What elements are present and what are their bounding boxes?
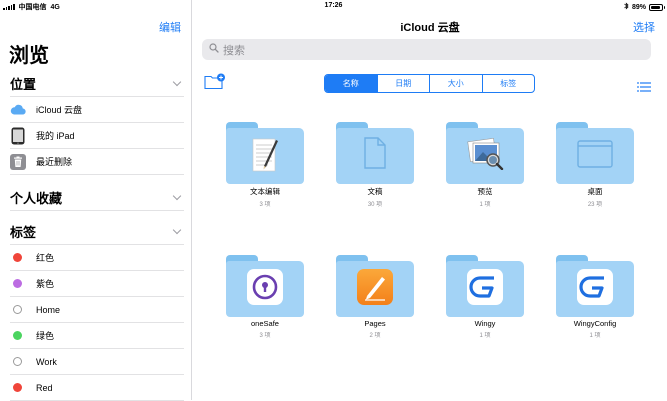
wingy-icon [467, 269, 503, 310]
sidebar-item-icloud[interactable]: iCloud 云盘 [10, 97, 184, 123]
sidebar-item-label: Red [36, 382, 53, 393]
section-locations-label: 位置 [10, 77, 37, 92]
onesafe-icon [247, 269, 283, 310]
new-folder-icon [204, 73, 225, 90]
sort-tab-date[interactable]: 日期 [376, 75, 430, 92]
sort-tab-name[interactable]: 名称 [325, 75, 377, 92]
folder-item[interactable]: Pages 2 项 [320, 255, 430, 339]
sidebar-item-tag[interactable]: Red [10, 375, 184, 401]
desktop-icon [577, 140, 613, 173]
folder-item[interactable]: oneSafe 3 项 [210, 255, 320, 339]
folder-count: 3 项 [259, 202, 271, 208]
folder-icon [336, 255, 414, 317]
search-placeholder: 搜索 [223, 44, 245, 57]
sidebar-item-trash[interactable]: 最近删除 [10, 149, 184, 175]
select-button[interactable]: 选择 [633, 19, 655, 35]
folder-name: Wingy [474, 319, 496, 328]
folder-icon [336, 122, 414, 184]
folder-name: 文稿 [367, 187, 383, 196]
section-tags[interactable]: 标签 [10, 219, 184, 245]
sidebar-item-label: 红色 [36, 253, 55, 263]
sidebar-item-label: Work [36, 356, 57, 367]
preview-icon [465, 136, 505, 175]
new-folder-button[interactable] [204, 73, 226, 95]
folder-item[interactable]: 文稿 30 项 [320, 122, 430, 208]
sidebar-item-label: iCloud 云盘 [36, 105, 83, 115]
folder-count: 1 项 [479, 202, 491, 208]
tag-color-dot [13, 253, 22, 262]
folder-icon [226, 122, 304, 184]
tag-color-dot [13, 383, 22, 392]
folder-count: 30 项 [367, 202, 383, 208]
icloud-icon [10, 102, 26, 118]
chevron-down-icon[interactable] [172, 225, 182, 234]
folder-name: Pages [364, 319, 386, 328]
pages-icon [357, 269, 393, 310]
battery-percent: 89% [631, 3, 646, 11]
trash-icon [10, 153, 26, 170]
textedit-icon [250, 136, 280, 179]
folder-count: 23 项 [587, 202, 603, 208]
sidebar-title: 浏览 [9, 45, 49, 67]
folder-count: 3 项 [259, 333, 271, 339]
sidebar-item-ipad[interactable]: 我的 iPad [10, 123, 184, 149]
sidebar-item-label: 最近删除 [36, 157, 73, 167]
sidebar-item-label: 紫色 [36, 279, 55, 289]
list-view-icon [637, 82, 651, 92]
folder-icon [556, 122, 634, 184]
search-input[interactable]: 搜索 [202, 39, 651, 60]
clock: 17:26 [324, 2, 343, 9]
chevron-down-icon[interactable] [172, 191, 182, 200]
status-bar: 中国电信 4G 17:26 89% [0, 0, 667, 12]
folder-name: WingyConfig [573, 319, 617, 328]
sidebar-item-label: 我的 iPad [36, 131, 75, 141]
sort-tab-size[interactable]: 大小 [429, 75, 482, 92]
edit-button[interactable]: 编辑 [159, 19, 181, 35]
sidebar-item-tag[interactable]: 紫色 [10, 271, 184, 297]
section-favorites-label: 个人收藏 [10, 191, 63, 206]
folder-name: 预览 [477, 187, 493, 196]
sort-tab-tags[interactable]: 标签 [481, 75, 535, 92]
folder-icon [226, 255, 304, 317]
folder-name: oneSafe [251, 319, 279, 328]
tag-color-dot [13, 279, 22, 288]
sidebar-item-tag[interactable]: 红色 [10, 245, 184, 271]
document-icon [362, 136, 388, 175]
ipad-icon [10, 127, 26, 144]
folder-count: 1 项 [479, 333, 491, 339]
list-view-button[interactable] [637, 79, 651, 97]
sidebar-item-tag[interactable]: Work [10, 349, 184, 375]
tag-color-dot [13, 305, 22, 314]
tag-color-dot [13, 357, 22, 366]
search-icon [209, 43, 223, 56]
folder-item[interactable]: 预览 1 项 [430, 122, 540, 208]
folder-item[interactable]: 桌面 23 项 [540, 122, 650, 208]
folder-count: 1 项 [589, 333, 601, 339]
folder-icon [446, 255, 524, 317]
folder-icon [556, 255, 634, 317]
sidebar: 编辑 浏览 位置 iCloud 云盘 我的 iPad 最近删除 个人收藏 标签 … [0, 0, 192, 401]
chevron-down-icon[interactable] [172, 77, 182, 86]
section-locations[interactable]: 位置 [10, 71, 184, 97]
battery-icon [649, 3, 665, 11]
section-tags-label: 标签 [10, 225, 37, 240]
page-title: iCloud 云盘 [400, 22, 460, 34]
folder-count: 2 项 [369, 333, 381, 339]
sidebar-item-tag[interactable]: Home [10, 297, 184, 323]
tag-color-dot [13, 331, 22, 340]
folder-icon [446, 122, 524, 184]
section-favorites[interactable]: 个人收藏 [10, 185, 184, 211]
sort-segmented-control: 名称 日期 大小 标签 [324, 74, 535, 93]
sidebar-item-label: 绿色 [36, 331, 55, 341]
main-pane: iCloud 云盘 选择 搜索 名称 日期 大小 标签 文本编辑 3 项 文稿 … [193, 0, 667, 400]
sidebar-item-label: Home [36, 304, 61, 315]
folder-name: 文本编辑 [250, 187, 280, 196]
folder-name: 桌面 [587, 187, 603, 196]
wingy-icon [577, 269, 613, 310]
folder-item[interactable]: WingyConfig 1 项 [540, 255, 650, 339]
sidebar-item-tag[interactable]: 绿色 [10, 323, 184, 349]
folder-item[interactable]: Wingy 1 项 [430, 255, 540, 339]
folder-item[interactable]: 文本编辑 3 项 [210, 122, 320, 208]
bluetooth-icon [624, 2, 629, 12]
